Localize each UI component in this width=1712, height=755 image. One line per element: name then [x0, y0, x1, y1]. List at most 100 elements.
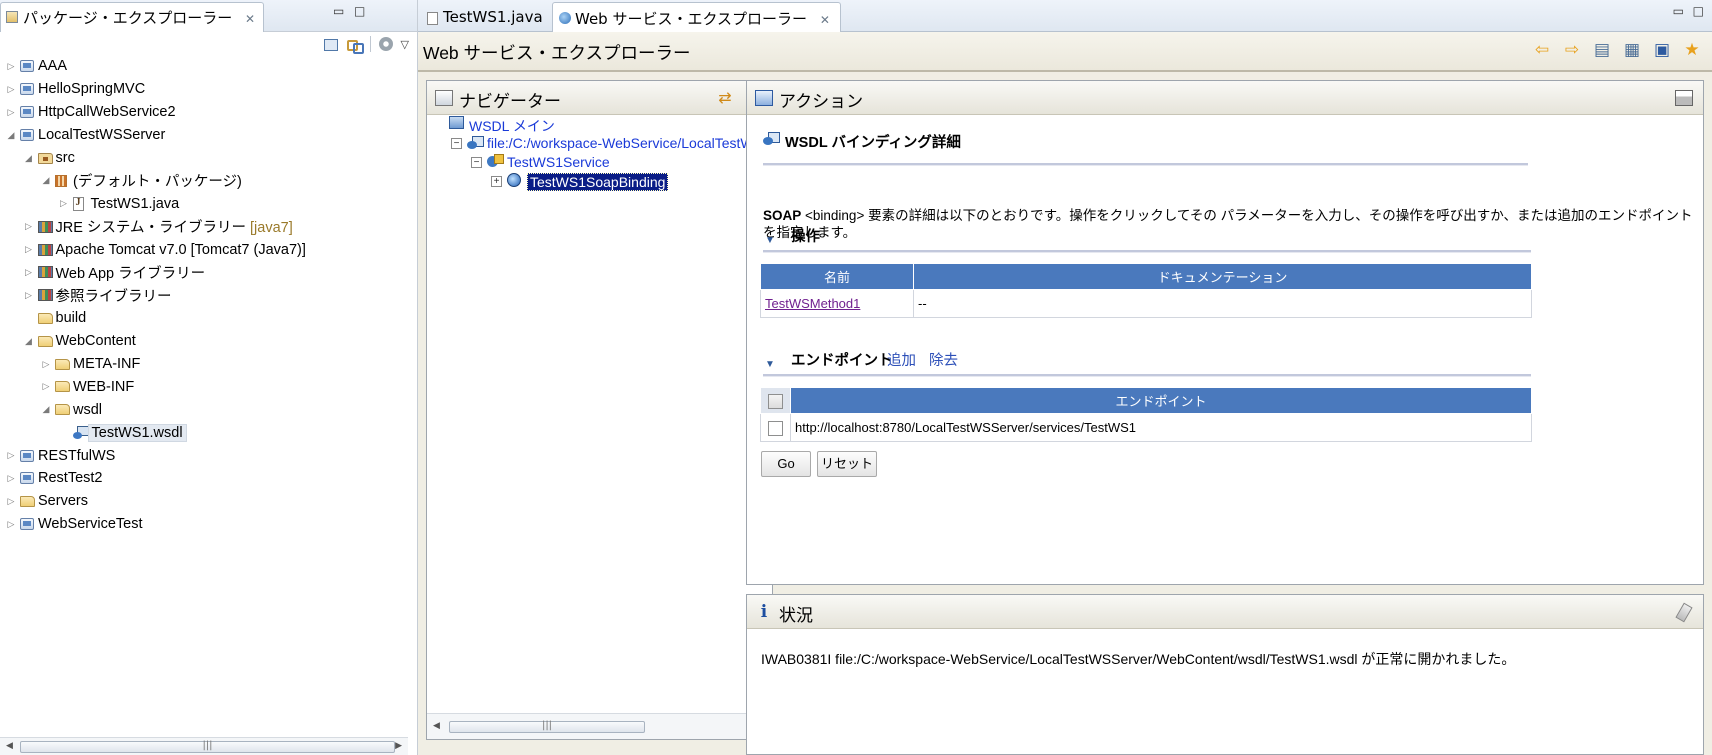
maximize-icon[interactable]: □ [1693, 4, 1704, 18]
tree-item[interactable]: build [0, 307, 410, 330]
actions-header: アクション [747, 81, 1703, 115]
tree-item[interactable]: ◢ (デフォルト・パッケージ) [0, 169, 410, 192]
endpoint-checkbox[interactable] [768, 420, 783, 436]
collapse-icon[interactable]: ◢ [6, 130, 16, 141]
column-header-name: 名前 [760, 263, 914, 290]
expand-icon[interactable]: ▷ [24, 221, 34, 232]
tree-node-wsdl-file[interactable]: − file:/C:/workspace-WebService/LocalTes… [427, 134, 772, 153]
expand-icon[interactable]: ▷ [6, 107, 16, 118]
clear-status-icon[interactable] [1675, 603, 1693, 621]
operations-toggle-icon[interactable]: ▼ [765, 235, 775, 246]
minimize-icon[interactable]: ▭ [1673, 4, 1684, 18]
collapse-icon[interactable]: − [451, 138, 462, 149]
add-endpoint-link[interactable]: 追加 [887, 349, 916, 370]
expand-icon[interactable]: ▷ [24, 290, 34, 301]
tree-item[interactable]: ◢ wsdl [0, 398, 410, 421]
tab-testws1-java[interactable]: TestWS1.java [420, 2, 554, 32]
select-all-checkbox[interactable] [768, 393, 783, 409]
tree-item[interactable]: TestWS1.wsdl [0, 421, 410, 444]
collapse-icon[interactable]: ◢ [41, 175, 51, 186]
operation-link[interactable]: TestWSMethod1 [765, 296, 860, 311]
tree-node-binding[interactable]: + TestWS1SoapBinding [427, 172, 772, 191]
tab-web-services-explorer[interactable]: Web サービス・エクスプローラー ✕ [552, 2, 841, 32]
tree-item[interactable]: ◢ src [0, 147, 410, 170]
project-icon [20, 518, 34, 531]
tree-item[interactable]: ▷ RESTfulWS [0, 444, 410, 467]
tree-item[interactable]: ▷ WebServiceTest [0, 513, 410, 536]
tree-item[interactable]: ▷ Apache Tomcat v7.0 [Tomcat7 (Java7)] [0, 238, 410, 261]
tab-label: TestWS1.java [443, 8, 543, 26]
maximize-icon[interactable]: □ [354, 4, 365, 18]
expand-icon[interactable]: ▷ [6, 496, 16, 507]
tab-package-explorer[interactable]: パッケージ・エクスプローラー ✕ [0, 2, 265, 32]
tree-item[interactable]: ◢ LocalTestWSServer [0, 124, 410, 147]
view-menu-icon[interactable]: ▽ [401, 38, 409, 51]
collapse-icon[interactable]: ◢ [41, 404, 51, 415]
favorites-icon[interactable]: ★ [1682, 40, 1702, 60]
expand-icon[interactable]: ▷ [24, 267, 34, 278]
expand-icon[interactable]: ▷ [6, 473, 16, 484]
tree-item[interactable]: ▷ JRE システム・ライブラリー [java7] [0, 215, 410, 238]
close-icon[interactable]: ✕ [245, 12, 255, 26]
wsdl-page-icon[interactable]: ▣ [1652, 40, 1672, 60]
expand-icon[interactable]: ▷ [59, 198, 69, 209]
globe-icon [559, 12, 571, 24]
expand-icon[interactable]: ▷ [41, 359, 51, 370]
horizontal-scrollbar[interactable]: ◀ ||| ▶ [0, 737, 408, 755]
tree-item[interactable]: ▷ Web App ライブラリー [0, 261, 410, 284]
refresh-icon[interactable]: ⇄ [716, 89, 734, 107]
tree-item-label: WebServiceTest [38, 516, 143, 532]
remove-endpoint-link[interactable]: 除去 [929, 349, 958, 370]
scroll-thumb[interactable]: ||| [449, 720, 645, 733]
collapse-all-icon[interactable] [323, 39, 338, 51]
tree-item[interactable]: ▷ META-INF [0, 353, 410, 376]
expand-icon[interactable]: ▷ [41, 381, 51, 392]
scroll-left-icon[interactable]: ◀ [6, 741, 13, 751]
go-button[interactable]: Go [761, 451, 811, 477]
tree-item[interactable]: ▷ Servers [0, 490, 410, 513]
scroll-left-icon[interactable]: ◀ [433, 721, 440, 731]
tree-item[interactable]: ▷ HelloSpringMVC [0, 78, 410, 101]
tree-item[interactable]: ▷ TestWS1.java [0, 192, 410, 215]
tree-item[interactable]: ▷ HttpCallWebService2 [0, 101, 410, 124]
tree-node-service[interactable]: − TestWS1Service [427, 153, 772, 172]
scroll-thumb[interactable]: ||| [20, 740, 395, 753]
back-icon[interactable]: ⇦ [1532, 40, 1552, 60]
expand-icon[interactable]: ▷ [6, 519, 16, 530]
scroll-right-icon[interactable]: ▶ [395, 741, 402, 751]
expand-icon[interactable]: ▷ [24, 244, 34, 255]
table-row: http://localhost:8780/LocalTestWSServer/… [760, 413, 1532, 442]
endpoints-toggle-icon[interactable]: ▼ [765, 359, 775, 370]
collapse-icon[interactable]: ◢ [24, 153, 34, 164]
java-file-icon [427, 12, 438, 25]
uddi-page-icon[interactable]: ▤ [1592, 40, 1612, 60]
tree-item[interactable]: ▷ RestTest2 [0, 467, 410, 490]
collapse-icon[interactable]: ◢ [24, 336, 34, 347]
wsdl-file-icon [72, 425, 89, 440]
print-icon[interactable] [1675, 90, 1693, 106]
tree-item[interactable]: ▷ WEB-INF [0, 375, 410, 398]
wsil-page-icon[interactable]: ▦ [1622, 40, 1642, 60]
tree-item-text: src [55, 150, 75, 166]
project-icon [20, 83, 34, 96]
minimize-icon[interactable]: ▭ [333, 4, 344, 18]
status-title: 状況 [779, 606, 813, 625]
forward-icon[interactable]: ⇨ [1562, 40, 1582, 60]
tree-node-wsdl-main[interactable]: WSDL メイン [427, 115, 772, 134]
tree-item[interactable]: ◢ WebContent [0, 330, 410, 353]
close-icon[interactable]: ✕ [820, 13, 830, 27]
gear-icon[interactable] [378, 37, 393, 51]
tree-item-text: RestTest2 [38, 470, 103, 487]
expand-icon[interactable]: ▷ [6, 450, 16, 461]
collapse-icon[interactable]: − [471, 157, 482, 168]
tree-item[interactable]: ▷ 参照ライブラリー [0, 284, 410, 307]
expand-icon[interactable]: + [491, 176, 502, 187]
expand-icon[interactable]: ▷ [6, 84, 16, 95]
horizontal-scrollbar[interactable]: ◀ ||| ▶ [427, 713, 772, 739]
web-services-explorer-header: Web サービス・エクスプローラー ⇦ ⇨ ▤ ▦ ▣ ★ [418, 32, 1712, 72]
tree-item-text: build [55, 310, 87, 327]
reset-button[interactable]: リセット [817, 451, 877, 477]
expand-icon[interactable]: ▷ [6, 61, 16, 72]
tree-item[interactable]: ▷ AAA [0, 55, 410, 78]
link-with-editor-icon[interactable] [346, 37, 364, 54]
